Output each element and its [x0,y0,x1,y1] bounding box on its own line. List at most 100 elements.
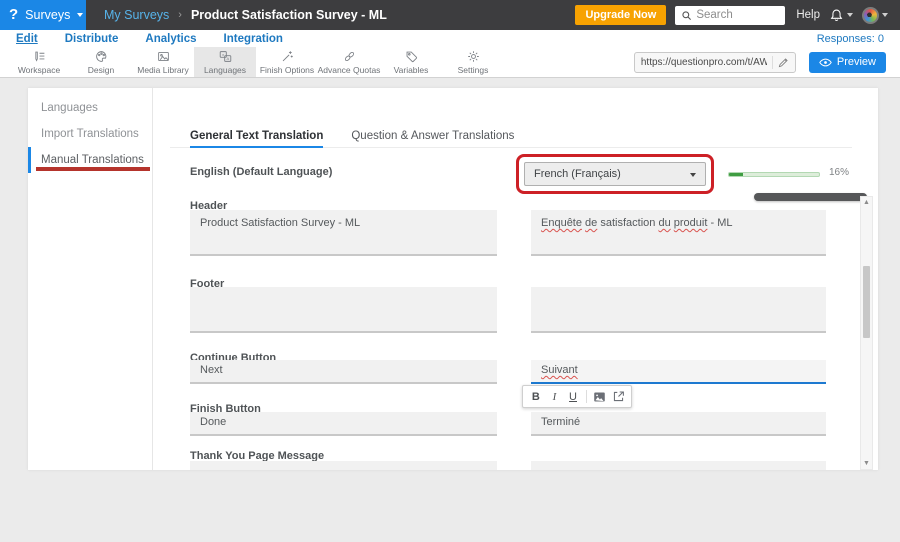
tab-general-text-translation[interactable]: General Text Translation [190,130,323,148]
italic-button[interactable]: I [546,391,564,403]
workspace-icon [33,50,46,63]
edit-toolbar: Workspace Design Media Library xA Langua… [0,47,900,78]
tool-design[interactable]: Design [70,47,132,77]
surveys-product-menu[interactable]: ? Surveys [0,0,86,30]
image-icon [593,391,606,403]
top-bar: ? Surveys My Surveys › Product Satisfact… [0,0,900,30]
sidebar-divider [152,88,153,470]
chevron-down-icon [77,13,83,17]
format-toolbar-divider [586,390,587,403]
media-library-icon [157,50,170,63]
nav-analytics[interactable]: Analytics [145,33,196,45]
questionpro-logo-icon: ? [9,0,18,30]
tool-label: Settings [458,65,489,75]
header-translation-text: Enquête de satisfaction du produit - ML [541,217,732,229]
insert-image-button[interactable] [591,391,609,403]
nav-edit[interactable]: Edit [16,33,38,45]
main-nav: Edit Distribute Analytics Integration Re… [0,30,900,47]
search-input[interactable]: Search [675,6,785,25]
tool-advance-quotas[interactable]: Advance Quotas [318,47,380,77]
sidebar-item-import-translations[interactable]: Import Translations [28,121,152,147]
header-source-text: Product Satisfaction Survey - ML [200,217,360,229]
footer-source-textarea[interactable] [190,287,497,333]
scroll-up-icon[interactable]: ▲ [861,198,872,207]
notifications-button[interactable] [829,8,853,23]
responses-count[interactable]: Responses: 0 [817,33,884,45]
finish-source-input[interactable]: Done [190,412,497,436]
insert-link-icon [612,390,625,403]
sidebar-item-languages[interactable]: Languages [28,95,152,121]
bold-button[interactable]: B [527,391,545,403]
translation-progress-percent: 16% [829,167,849,178]
finish-translation-input[interactable]: Terminé [531,412,826,436]
product-menu-label: Surveys [25,8,70,22]
preview-label: Preview [837,56,876,68]
tool-finish-options[interactable]: Finish Options [256,47,318,77]
search-placeholder: Search [696,9,732,21]
tool-label: Media Library [137,65,189,75]
nav-integration[interactable]: Integration [224,33,283,45]
preview-button[interactable]: Preview [809,52,886,73]
tool-label: Languages [204,65,246,75]
eye-icon [819,57,832,68]
header-translation-textarea[interactable]: Enquête de satisfaction du produit - ML [531,210,826,256]
tool-media-library[interactable]: Media Library [132,47,194,77]
header-source-textarea[interactable]: Product Satisfaction Survey - ML [190,210,497,256]
finish-source-text: Done [200,416,226,428]
translation-word: produit [674,217,708,229]
avatar [862,7,879,24]
continue-translation-input[interactable]: Suivant [531,360,826,384]
scroll-down-icon[interactable]: ▼ [861,459,872,468]
continue-source-input[interactable]: Next [190,360,497,384]
format-toolbar: B I U [522,385,632,408]
breadcrumb-separator: › [178,9,182,21]
page-title: Product Satisfaction Survey - ML [191,8,387,22]
finish-options-icon [281,50,294,63]
insert-link-button[interactable] [609,390,627,403]
variables-icon [405,50,418,63]
edit-url-button[interactable] [772,56,789,69]
tool-label: Advance Quotas [318,65,381,75]
tool-workspace[interactable]: Workspace [8,47,70,77]
continue-translation-text: Suivant [541,364,578,376]
source-language-label: English (Default Language) [190,166,332,178]
tab-question-answer-translations[interactable]: Question & Answer Translations [351,130,514,148]
bell-icon [829,8,844,23]
topbar-actions: Upgrade Now Search Help [575,5,900,25]
breadcrumb-my-surveys[interactable]: My Surveys [104,8,169,22]
search-icon [681,10,692,21]
thankyou-translation-textarea[interactable] [531,461,826,470]
survey-url-text: https://questionpro.com/t/AW22Zd1S1 [641,57,767,68]
languages-icon: xA [219,50,232,63]
translation-word: - ML [710,217,732,229]
translations-panel: Languages Import Translations Manual Tra… [28,88,878,470]
scrollbar-thumb[interactable] [863,266,870,338]
tool-settings[interactable]: Settings [442,47,504,77]
translation-tabs: General Text Translation Question & Answ… [170,130,852,148]
thankyou-source-textarea[interactable] [190,461,497,470]
continue-source-text: Next [200,364,223,376]
pencil-icon [778,57,789,68]
content-scrollbar[interactable]: ▲ ▼ [860,196,873,470]
translation-progress-bar [728,172,820,177]
chevron-down-icon [847,13,853,17]
target-language-value: French (Français) [534,168,621,180]
tool-label: Design [88,65,114,75]
tool-label: Variables [394,65,429,75]
footer-translation-textarea[interactable] [531,287,826,333]
tooltip-remnant [754,193,867,201]
progress-fill [729,173,743,176]
survey-url-field[interactable]: https://questionpro.com/t/AW22Zd1S1 [634,52,796,73]
tool-variables[interactable]: Variables [380,47,442,77]
chevron-down-icon [690,173,696,177]
upgrade-now-button[interactable]: Upgrade Now [575,5,666,25]
svg-text:A: A [226,56,229,61]
design-icon [95,50,108,63]
underline-button[interactable]: U [564,391,582,403]
target-language-select[interactable]: French (Français) [524,162,706,186]
tool-languages[interactable]: xA Languages [194,47,256,77]
help-link[interactable]: Help [796,9,820,21]
nav-distribute[interactable]: Distribute [65,33,119,45]
account-menu[interactable] [862,7,888,24]
toolbar-right: https://questionpro.com/t/AW22Zd1S1 Prev… [634,47,900,77]
